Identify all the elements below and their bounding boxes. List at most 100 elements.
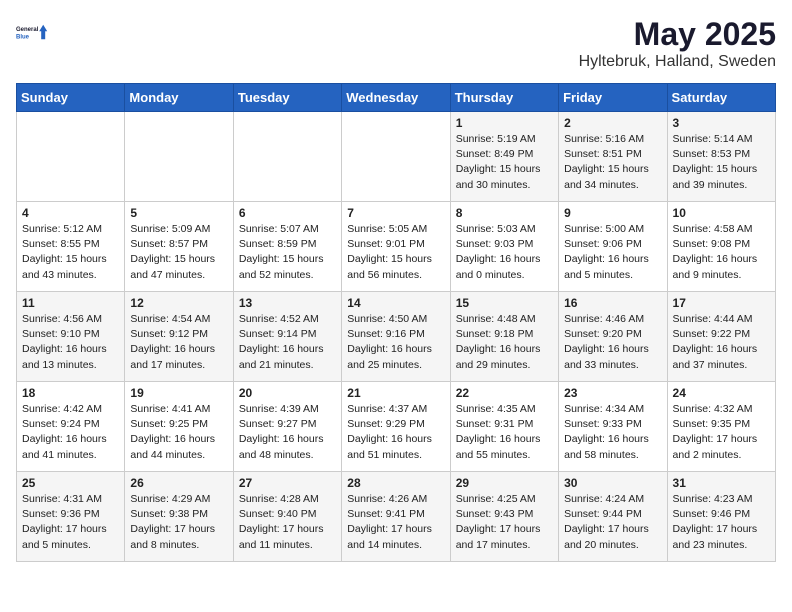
page-title: May 2025 [579,16,776,53]
calendar-cell [342,112,450,202]
day-number: 24 [673,386,770,400]
calendar-cell: 3 Sunrise: 5:14 AM Sunset: 8:53 PM Daylig… [667,112,775,202]
day-number: 26 [130,476,227,490]
header-thursday: Thursday [450,84,558,112]
day-info: Sunrise: 4:41 AM Sunset: 9:25 PM Dayligh… [130,402,227,463]
day-number: 7 [347,206,444,220]
day-info: Sunrise: 4:23 AM Sunset: 9:46 PM Dayligh… [673,492,770,553]
day-number: 18 [22,386,119,400]
day-number: 5 [130,206,227,220]
day-info: Sunrise: 4:29 AM Sunset: 9:38 PM Dayligh… [130,492,227,553]
calendar-cell: 17 Sunrise: 4:44 AM Sunset: 9:22 PM Dayli… [667,292,775,382]
header-sunday: Sunday [17,84,125,112]
calendar-week-2: 4 Sunrise: 5:12 AM Sunset: 8:55 PM Daylig… [17,202,776,292]
day-info: Sunrise: 4:37 AM Sunset: 9:29 PM Dayligh… [347,402,444,463]
day-number: 14 [347,296,444,310]
day-info: Sunrise: 5:12 AM Sunset: 8:55 PM Dayligh… [22,222,119,283]
day-number: 11 [22,296,119,310]
day-number: 29 [456,476,553,490]
calendar-week-3: 11 Sunrise: 4:56 AM Sunset: 9:10 PM Dayli… [17,292,776,382]
day-number: 13 [239,296,336,310]
calendar-cell: 19 Sunrise: 4:41 AM Sunset: 9:25 PM Dayli… [125,382,233,472]
day-number: 8 [456,206,553,220]
day-info: Sunrise: 4:48 AM Sunset: 9:18 PM Dayligh… [456,312,553,373]
page-header: GeneralBlue General May 2025 Hyltebruk, … [16,16,776,71]
day-info: Sunrise: 5:16 AM Sunset: 8:51 PM Dayligh… [564,132,661,193]
calendar-cell: 7Sunrise: 5:05 AM Sunset: 9:01 PM Daylig… [342,202,450,292]
calendar-cell: 21 Sunrise: 4:37 AM Sunset: 9:29 PM Dayli… [342,382,450,472]
calendar-week-5: 25Sunrise: 4:31 AM Sunset: 9:36 PM Dayli… [17,472,776,562]
day-info: Sunrise: 4:44 AM Sunset: 9:22 PM Dayligh… [673,312,770,373]
calendar-cell: 6 Sunrise: 5:07 AM Sunset: 8:59 PM Daylig… [233,202,341,292]
header-tuesday: Tuesday [233,84,341,112]
day-number: 12 [130,296,227,310]
calendar-cell: 28Sunrise: 4:26 AM Sunset: 9:41 PM Dayli… [342,472,450,562]
day-number: 25 [22,476,119,490]
calendar-cell: 1Sunrise: 5:19 AM Sunset: 8:49 PM Daylig… [450,112,558,202]
calendar-cell: 20 Sunrise: 4:39 AM Sunset: 9:27 PM Dayli… [233,382,341,472]
calendar-cell: 27 Sunrise: 4:28 AM Sunset: 9:40 PM Dayli… [233,472,341,562]
day-number: 19 [130,386,227,400]
logo: GeneralBlue General [16,16,48,48]
calendar-cell: 8Sunrise: 5:03 AM Sunset: 9:03 PM Daylig… [450,202,558,292]
calendar-cell: 18 Sunrise: 4:42 AM Sunset: 9:24 PM Dayli… [17,382,125,472]
day-info: Sunrise: 4:32 AM Sunset: 9:35 PM Dayligh… [673,402,770,463]
calendar-cell: 9Sunrise: 5:00 AM Sunset: 9:06 PM Daylig… [559,202,667,292]
day-info: Sunrise: 4:42 AM Sunset: 9:24 PM Dayligh… [22,402,119,463]
day-number: 17 [673,296,770,310]
day-info: Sunrise: 4:54 AM Sunset: 9:12 PM Dayligh… [130,312,227,373]
calendar-cell [125,112,233,202]
day-info: Sunrise: 4:28 AM Sunset: 9:40 PM Dayligh… [239,492,336,553]
calendar-cell: 13Sunrise: 4:52 AM Sunset: 9:14 PM Dayli… [233,292,341,382]
calendar-week-4: 18 Sunrise: 4:42 AM Sunset: 9:24 PM Dayli… [17,382,776,472]
calendar-cell: 25Sunrise: 4:31 AM Sunset: 9:36 PM Dayli… [17,472,125,562]
day-info: Sunrise: 5:07 AM Sunset: 8:59 PM Dayligh… [239,222,336,283]
day-number: 15 [456,296,553,310]
header-wednesday: Wednesday [342,84,450,112]
day-number: 4 [22,206,119,220]
day-number: 6 [239,206,336,220]
calendar-cell: 5 Sunrise: 5:09 AM Sunset: 8:57 PM Daylig… [125,202,233,292]
day-number: 22 [456,386,553,400]
day-number: 28 [347,476,444,490]
day-info: Sunrise: 4:35 AM Sunset: 9:31 PM Dayligh… [456,402,553,463]
day-info: Sunrise: 4:46 AM Sunset: 9:20 PM Dayligh… [564,312,661,373]
calendar-cell: 14 Sunrise: 4:50 AM Sunset: 9:16 PM Dayli… [342,292,450,382]
day-info: Sunrise: 5:09 AM Sunset: 8:57 PM Dayligh… [130,222,227,283]
day-number: 10 [673,206,770,220]
day-info: Sunrise: 5:14 AM Sunset: 8:53 PM Dayligh… [673,132,770,193]
calendar-cell: 26 Sunrise: 4:29 AM Sunset: 9:38 PM Dayli… [125,472,233,562]
header-saturday: Saturday [667,84,775,112]
calendar-cell [233,112,341,202]
calendar-cell: 16 Sunrise: 4:46 AM Sunset: 9:20 PM Dayli… [559,292,667,382]
day-number: 3 [673,116,770,130]
calendar-cell: 15 Sunrise: 4:48 AM Sunset: 9:18 PM Dayli… [450,292,558,382]
calendar-cell: 30 Sunrise: 4:24 AM Sunset: 9:44 PM Dayli… [559,472,667,562]
day-info: Sunrise: 4:39 AM Sunset: 9:27 PM Dayligh… [239,402,336,463]
day-number: 21 [347,386,444,400]
calendar-cell: 4 Sunrise: 5:12 AM Sunset: 8:55 PM Daylig… [17,202,125,292]
calendar-cell: 11 Sunrise: 4:56 AM Sunset: 9:10 PM Dayli… [17,292,125,382]
day-number: 16 [564,296,661,310]
calendar-header-row: Sunday Monday Tuesday Wednesday Thursday… [17,84,776,112]
calendar-cell [17,112,125,202]
day-number: 30 [564,476,661,490]
day-number: 1 [456,116,553,130]
header-friday: Friday [559,84,667,112]
svg-text:Blue: Blue [16,34,30,40]
day-number: 20 [239,386,336,400]
header-monday: Monday [125,84,233,112]
day-info: Sunrise: 4:58 AM Sunset: 9:08 PM Dayligh… [673,222,770,283]
day-info: Sunrise: 4:50 AM Sunset: 9:16 PM Dayligh… [347,312,444,373]
calendar-cell: 24 Sunrise: 4:32 AM Sunset: 9:35 PM Dayli… [667,382,775,472]
day-number: 27 [239,476,336,490]
calendar-cell: 29Sunrise: 4:25 AM Sunset: 9:43 PM Dayli… [450,472,558,562]
day-number: 31 [673,476,770,490]
calendar-cell: 31 Sunrise: 4:23 AM Sunset: 9:46 PM Dayli… [667,472,775,562]
calendar-cell: 10 Sunrise: 4:58 AM Sunset: 9:08 PM Dayli… [667,202,775,292]
calendar-week-1: 1Sunrise: 5:19 AM Sunset: 8:49 PM Daylig… [17,112,776,202]
day-info: Sunrise: 4:24 AM Sunset: 9:44 PM Dayligh… [564,492,661,553]
calendar-cell: 22 Sunrise: 4:35 AM Sunset: 9:31 PM Dayli… [450,382,558,472]
day-info: Sunrise: 4:56 AM Sunset: 9:10 PM Dayligh… [22,312,119,373]
day-number: 2 [564,116,661,130]
